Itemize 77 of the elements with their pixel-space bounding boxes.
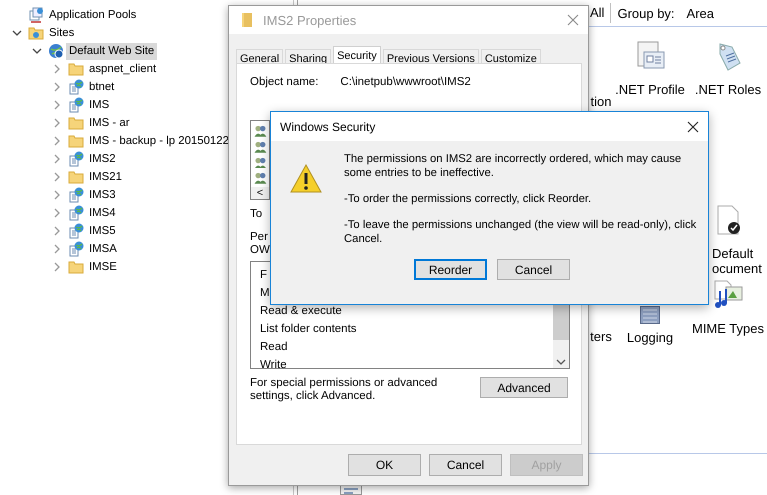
permission-name: Read: [260, 340, 288, 355]
window-title: IMS2 Properties: [263, 12, 358, 28]
users-icon: [253, 156, 267, 168]
folder-icon: [68, 169, 84, 185]
permissions-label: OW: [250, 244, 270, 257]
advanced-button[interactable]: Advanced: [480, 377, 568, 398]
group-by-label: Group by:: [617, 6, 675, 20]
tree-item[interactable]: IMS21: [86, 168, 125, 186]
notebook-icon: [640, 306, 660, 324]
dialog-button[interactable]: Cancel: [497, 259, 570, 280]
object-name-value: C:\inetpub\wwwroot\IMS2: [340, 76, 471, 88]
permissions-label: Per: [250, 231, 268, 244]
tree-item[interactable]: IMS - backup - lp 20150122: [86, 132, 232, 150]
tree-item[interactable]: IMS2: [86, 150, 119, 168]
music-image-icon: [712, 279, 744, 311]
instruction-text: To: [250, 208, 262, 221]
tree-item[interactable]: Default Web Site: [66, 42, 158, 60]
tree-item[interactable]: IMS4: [86, 204, 119, 222]
feature-label[interactable]: Logging: [626, 330, 674, 345]
tree-item[interactable]: IMS3: [86, 186, 119, 204]
permission-name: M: [260, 286, 270, 301]
folder-icon: [68, 133, 84, 149]
show-all-link[interactable]: All: [590, 3, 612, 23]
globe-page-icon: [68, 187, 84, 203]
permission-name: F: [260, 268, 268, 283]
globe-page-icon: [68, 241, 84, 257]
tree-item[interactable]: btnet: [86, 78, 118, 96]
users-icon: [253, 124, 267, 137]
tree-item[interactable]: IMS - ar: [86, 114, 133, 132]
globe-page-icon: [68, 205, 84, 221]
dialog-button[interactable]: Reorder: [414, 259, 487, 280]
tree-item[interactable]: IMS: [86, 96, 112, 114]
dialog-button[interactable]: OK: [348, 454, 421, 476]
globe-page-icon: [68, 151, 84, 167]
feature-label[interactable]: MIME Types: [692, 321, 764, 336]
folder-icon: [68, 115, 84, 131]
tab[interactable]: Sharing: [285, 49, 332, 63]
alert-hint: -To order the permissions correctly, click Reorder.: [344, 192, 592, 206]
tab[interactable]: Previous Versions: [382, 49, 479, 63]
globe-page-icon: [68, 97, 84, 113]
alert-message: The permissions on IMS2 are incorrectly ordered, which may cause some entries to be ineffective.: [344, 152, 682, 180]
tab[interactable]: Customize: [480, 49, 541, 63]
feature-label[interactable]: ocument: [712, 261, 762, 276]
users-icon: [253, 140, 267, 152]
feature-label[interactable]: tion: [590, 94, 612, 109]
advanced-note: For special permissions or advanced settings, click Advanced.: [250, 377, 438, 403]
globe-icon: [48, 43, 64, 59]
tree-item[interactable]: IMS5: [86, 222, 119, 240]
window-title: Windows Security: [280, 120, 376, 134]
tree-item[interactable]: Application Pools: [46, 6, 140, 24]
permission-name: List folder contents: [260, 322, 357, 337]
object-name-label: Object name:: [250, 76, 318, 88]
dialog-button[interactable]: Cancel: [429, 454, 502, 476]
feature-label[interactable]: Default: [712, 246, 754, 261]
feature-label[interactable]: .NET Roles: [694, 82, 762, 97]
tree-item[interactable]: Sites: [46, 24, 78, 42]
feature-label[interactable]: .NET Profile: [615, 82, 685, 97]
folder-icon: [68, 259, 84, 275]
tree-item[interactable]: aspnet_client: [86, 60, 160, 78]
tab[interactable]: General: [236, 49, 284, 63]
folder-globe-icon: [28, 25, 44, 41]
tree-item[interactable]: IMSE: [86, 258, 120, 276]
folder-icon: [239, 12, 255, 28]
globe-page-icon: [68, 79, 84, 95]
globe-page-icon: [68, 223, 84, 239]
warning-icon: [290, 164, 322, 194]
stacked-pages-icon: [28, 7, 44, 23]
tree-item[interactable]: IMSA: [86, 240, 120, 258]
scroll-left-button[interactable]: <: [251, 187, 269, 199]
alert-hint: -To leave the permissions unchanged (the view will be read-only), click Cancel.: [344, 218, 698, 246]
permission-name: Read & execute: [260, 304, 342, 319]
tab[interactable]: Security: [333, 46, 381, 63]
close-icon[interactable]: [686, 120, 700, 134]
user-list[interactable]: <: [250, 120, 270, 200]
feature-label[interactable]: ters: [590, 329, 612, 344]
users-icon: [253, 171, 267, 184]
permission-name: Write: [260, 358, 287, 373]
